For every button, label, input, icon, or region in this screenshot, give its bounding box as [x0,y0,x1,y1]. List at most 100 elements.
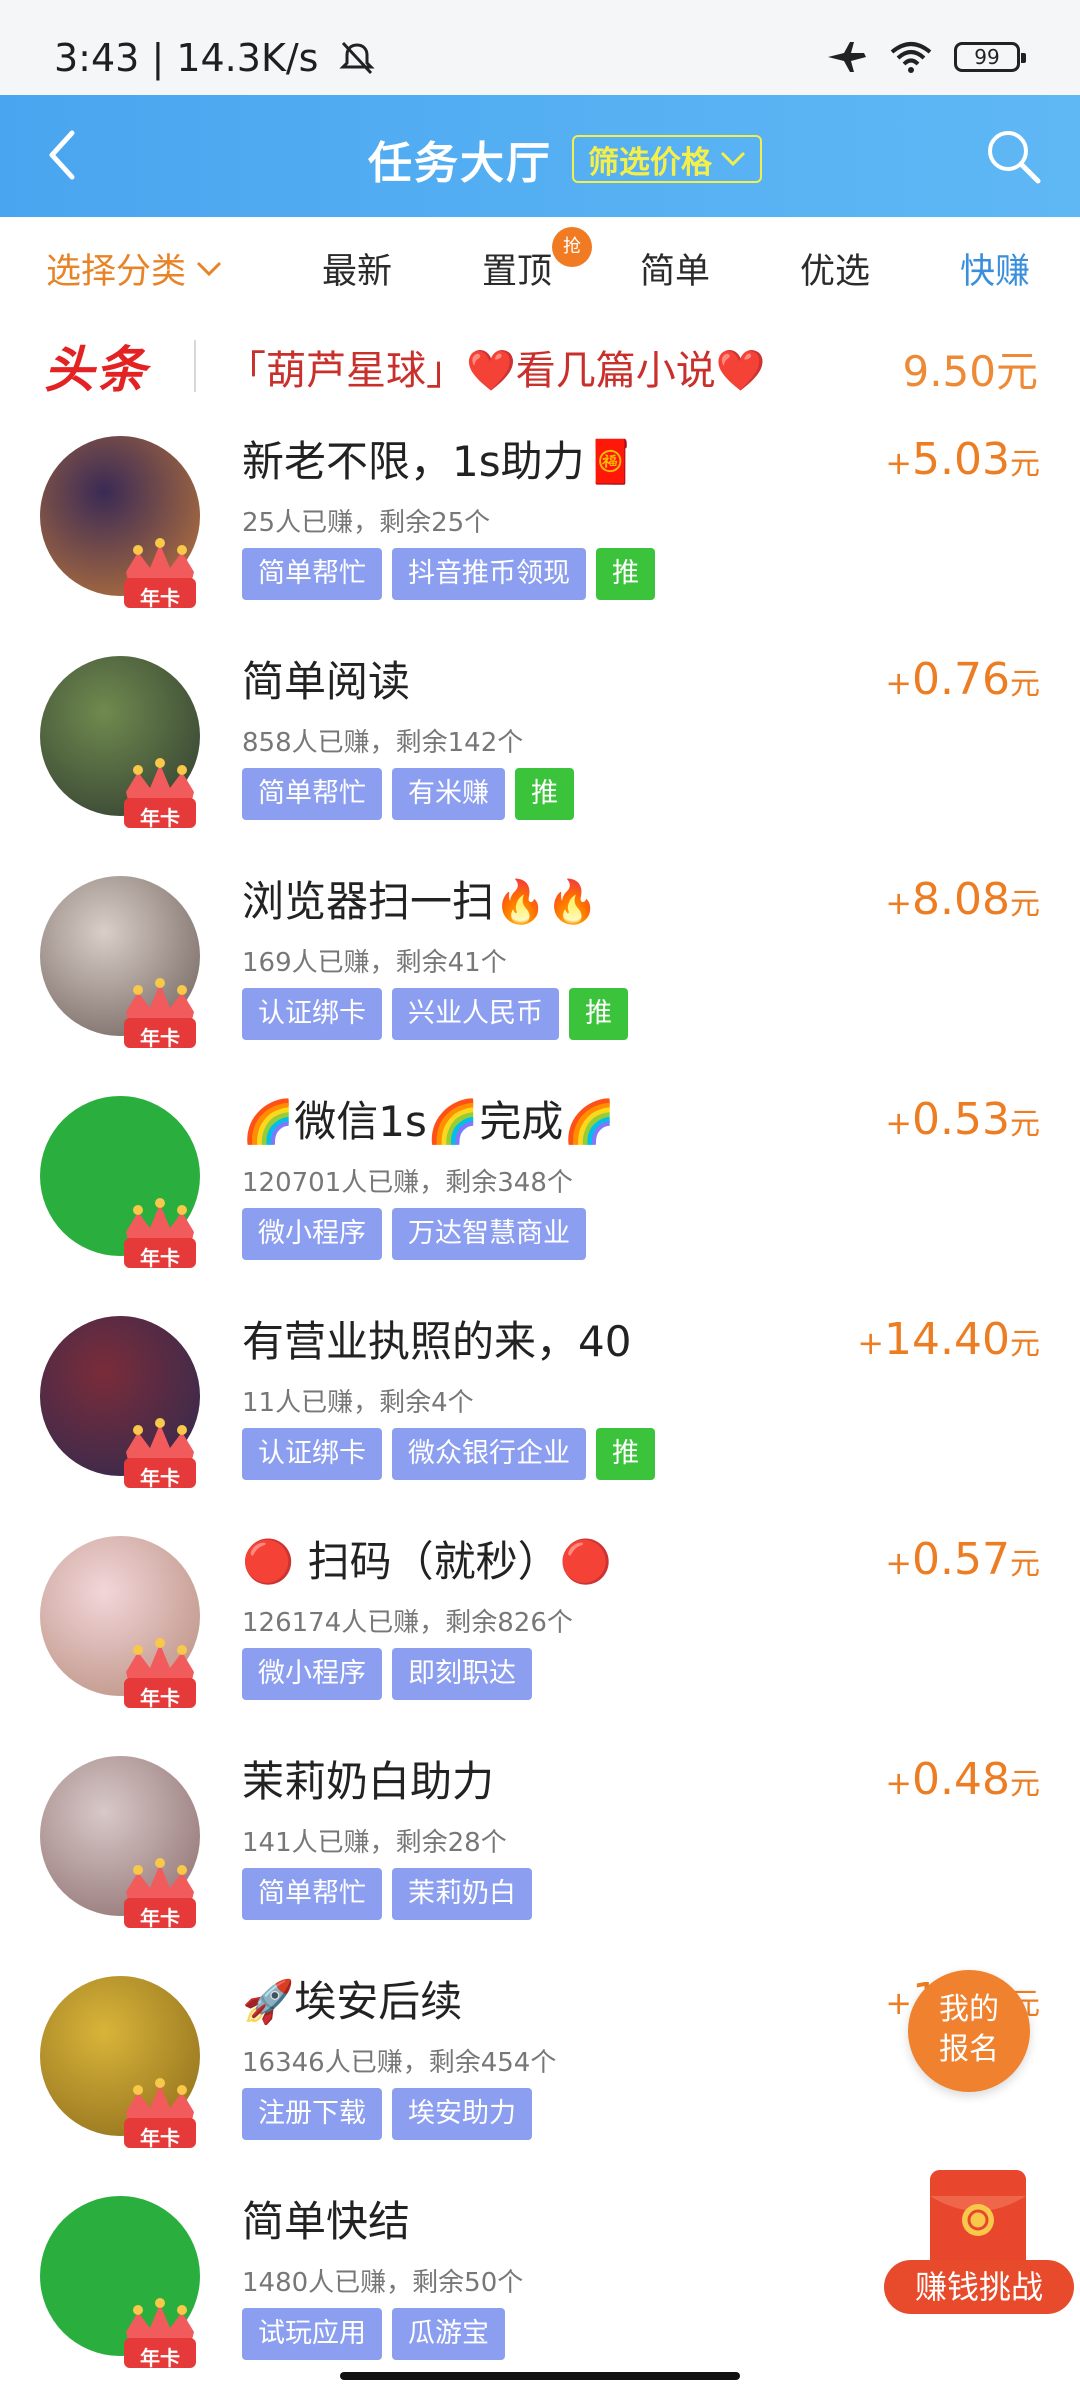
task-stats: 25人已赚，剩余25个 [242,508,491,538]
task-reward: +5.03元 [885,434,1040,485]
annual-card-crown-icon: 年卡 [118,978,202,1052]
recommended-badge: 推 [596,548,655,600]
reward-amount: 14.40 [884,1314,1010,1365]
earn-challenge-button[interactable]: 赚钱挑战 [884,2170,1074,2320]
task-stats: 120701人已赚，剩余348个 [242,1168,573,1198]
annual-card-label: 年卡 [140,1466,180,1490]
task-tag: 埃安助力 [392,2088,532,2140]
task-tag: 注册下载 [242,2088,382,2140]
task-row[interactable]: 年卡 简单阅读 858人已赚，剩余142个 简单帮忙 有米赚推 +0.76元 [0,640,1080,860]
tab-latest[interactable]: 最新 [322,243,392,294]
tab-quick-earn[interactable]: 快赚 [960,243,1030,294]
task-tags: 简单帮忙 茉莉奶白 [242,1868,532,1920]
task-row[interactable]: 年卡 🌈微信1s🌈完成🌈 120701人已赚，剩余348个 微小程序 万达智慧商业… [0,1080,1080,1300]
task-title: 茉莉奶白助力 [242,1757,495,1806]
page-title: 任务大厅 [368,138,552,189]
mute-icon [338,41,375,75]
status-bar: 3:43 | 14.3K/s 99 [0,0,1080,95]
tab-featured[interactable]: 优选 [800,243,870,294]
annual-card-crown-icon: 年卡 [118,538,202,612]
task-tag: 有米赚 [392,768,505,820]
app-header: 任务大厅 筛选价格 [0,95,1080,217]
reward-unit: 元 [1010,1107,1040,1142]
tab-select-category-label: 选择分类 [46,252,187,292]
wifi-icon [890,42,932,73]
task-reward: +14.40元 [857,1314,1040,1365]
annual-card-crown-icon: 年卡 [118,1198,202,1272]
task-row[interactable]: 年卡 浏览器扫一扫🔥🔥 169人已赚，剩余41个 认证绑卡 兴业人民币推 +8.0… [0,860,1080,1080]
task-tag: 抖音推币领现 [392,548,586,600]
tab-pinned[interactable]: 置顶 [482,243,552,294]
back-icon[interactable] [36,123,100,187]
reward-amount: 0.57 [912,1534,1010,1585]
status-icons: 99 [826,40,1026,74]
earn-challenge-label: 赚钱挑战 [884,2260,1074,2314]
annual-card-label: 年卡 [140,586,180,610]
task-tag: 微小程序 [242,1648,382,1700]
search-icon[interactable] [982,125,1044,187]
reward-amount: 5.03 [912,434,1010,485]
price-filter-label: 筛选价格 [588,144,712,181]
task-tag: 简单帮忙 [242,768,382,820]
reward-plus: + [857,1324,885,1362]
recommended-badge: 推 [515,768,574,820]
reward-unit: 元 [1010,447,1040,482]
price-filter-button[interactable]: 筛选价格 [572,135,762,183]
reward-unit: 元 [1010,887,1040,922]
task-tag: 万达智慧商业 [392,1208,586,1260]
task-title: 新老不限，1s助力🧧 [242,437,637,486]
headline-tag: 头条 [44,341,148,399]
task-reward: +0.57元 [885,1534,1040,1585]
task-stats: 16346人已赚，剩余454个 [242,2048,557,2078]
home-indicator[interactable] [340,2372,740,2380]
recommended-badge: 推 [569,988,628,1040]
task-tag: 认证绑卡 [242,988,382,1040]
headline-price: 9.50元 [902,347,1038,396]
task-reward: +8.08元 [885,874,1040,925]
task-title: 简单阅读 [242,657,411,706]
reward-amount: 0.48 [912,1754,1010,1805]
clock: 3:43 [54,36,140,80]
headline-banner[interactable]: 头条 「葫芦星球」❤️看几篇小说❤️ 9.50元 [0,320,1080,410]
task-tags: 注册下载 埃安助力 [242,2088,532,2140]
task-tags: 认证绑卡 兴业人民币推 [242,988,628,1040]
task-tags: 简单帮忙 抖音推币领现推 [242,548,655,600]
reward-plus: + [885,1984,913,2022]
annual-card-crown-icon: 年卡 [118,758,202,832]
task-row[interactable]: 年卡 🚀埃安后续 16346人已赚，剩余454个 注册下载埃安助力 +1.14元 [0,1960,1080,2180]
task-tag: 认证绑卡 [242,1428,382,1480]
recommended-badge: 推 [596,1428,655,1480]
status-divider: | [151,36,177,80]
task-tag: 简单帮忙 [242,1868,382,1920]
reward-unit: 元 [1010,1767,1040,1802]
my-signups-button[interactable]: 我的 报名 [908,1970,1030,2092]
task-stats: 1480人已赚，剩余50个 [242,2268,524,2298]
annual-card-label: 年卡 [140,1686,180,1710]
task-title: 浏览器扫一扫🔥🔥 [242,877,599,926]
chevron-down-icon [720,151,746,167]
task-tag: 微众银行企业 [392,1428,586,1480]
task-title: 简单快结 [242,2197,411,2246]
task-title: 🔴 扫码（就秒）🔴 [242,1537,612,1586]
reward-amount: 0.76 [912,654,1010,705]
task-row[interactable]: 年卡 新老不限，1s助力🧧 25人已赚，剩余25个 简单帮忙 抖音推币领现推 +5… [0,420,1080,640]
task-row[interactable]: 年卡 🔴 扫码（就秒）🔴 126174人已赚，剩余826个 微小程序 即刻职达 +… [0,1520,1080,1740]
task-tag: 简单帮忙 [242,548,382,600]
task-row[interactable]: 年卡 茉莉奶白助力 141人已赚，剩余28个 简单帮忙 茉莉奶白 +0.48元 [0,1740,1080,1960]
task-tag: 瓜游宝 [392,2308,505,2360]
task-title: 🌈微信1s🌈完成🌈 [242,1097,616,1146]
pinned-badge: 抢 [552,227,592,267]
network-speed: 14.3K/s [176,36,319,80]
annual-card-label: 年卡 [140,1906,180,1930]
task-stats: 858人已赚，剩余142个 [242,728,524,758]
annual-card-crown-icon: 年卡 [118,1858,202,1932]
tab-select-category[interactable]: 选择分类 [46,243,222,294]
reward-plus: + [885,1544,913,1582]
task-tags: 微小程序 即刻职达 [242,1648,532,1700]
divider [194,340,196,392]
task-tag: 微小程序 [242,1208,382,1260]
annual-card-label: 年卡 [140,1026,180,1050]
task-row[interactable]: 年卡 有营业执照的来，40 11人已赚，剩余4个 认证绑卡 微众银行企业推 +14… [0,1300,1080,1520]
tab-simple[interactable]: 简单 [640,243,710,294]
annual-card-label: 年卡 [140,2346,180,2370]
